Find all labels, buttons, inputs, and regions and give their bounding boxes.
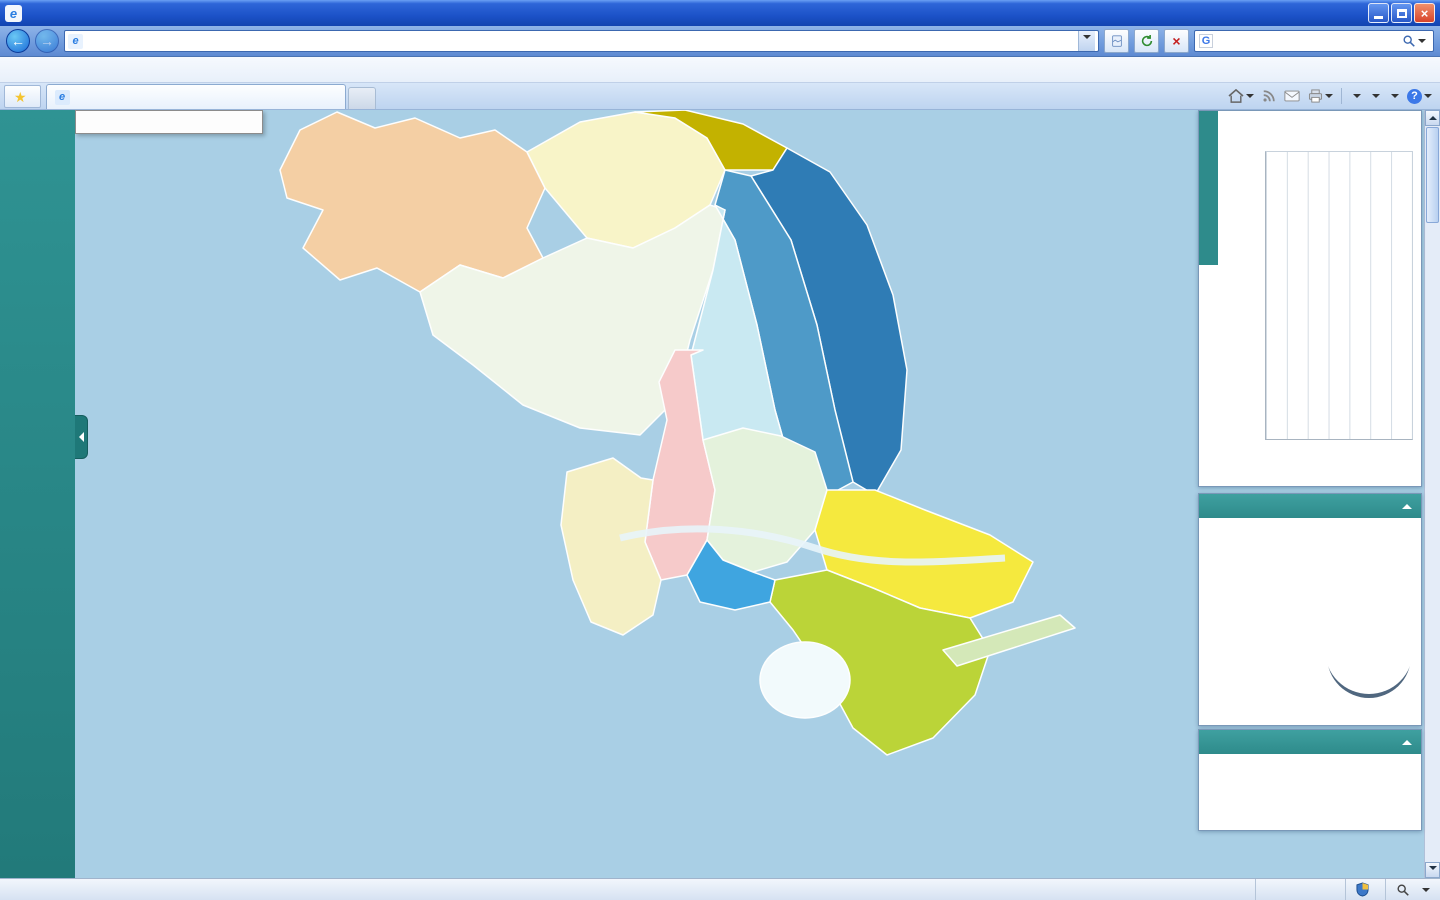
chevron-down-icon	[1391, 94, 1399, 102]
status-text	[0, 879, 1255, 900]
compatibility-view-button[interactable]	[1104, 29, 1129, 53]
shield-icon	[1356, 882, 1369, 897]
update-date-strip	[1199, 111, 1218, 265]
favorites-button[interactable]: ★	[4, 85, 41, 108]
restore-icon	[1396, 8, 1407, 18]
search-icon	[1403, 35, 1415, 47]
sidebar-collapse-handle[interactable]	[75, 415, 88, 459]
tools-menu-button[interactable]	[1388, 90, 1399, 102]
quick-links-panel	[75, 110, 263, 134]
port-statistics-panel	[1198, 110, 1422, 487]
scroll-down-button[interactable]	[1425, 862, 1440, 878]
separator	[1341, 88, 1342, 104]
collapse-arrow-icon[interactable]	[1402, 499, 1412, 509]
stop-icon: ×	[1172, 33, 1181, 49]
sidebar-nav	[0, 110, 75, 878]
accidents-panel-header	[1199, 494, 1421, 518]
google-icon: G	[1199, 34, 1213, 48]
page-favicon: e	[68, 33, 83, 49]
more-link[interactable]	[76, 111, 262, 133]
chevron-left-icon	[74, 432, 84, 442]
chart-plot-grid	[1265, 151, 1413, 440]
chevron-down-icon	[1422, 887, 1430, 896]
tab-main[interactable]: e	[45, 84, 346, 109]
back-button[interactable]: ←	[6, 29, 30, 53]
refresh-button[interactable]	[1134, 29, 1159, 53]
rss-icon	[1263, 90, 1275, 102]
help-button[interactable]: ?	[1407, 88, 1432, 104]
read-mail-button[interactable]	[1284, 90, 1300, 102]
home-button[interactable]	[1228, 89, 1254, 103]
status-bar	[0, 878, 1440, 900]
help-icon: ?	[1407, 88, 1422, 104]
menu-bar	[0, 57, 1440, 83]
print-button[interactable]	[1308, 89, 1333, 103]
chevron-down-icon	[1353, 94, 1361, 102]
url-field[interactable]: e	[64, 30, 1099, 52]
page-menu-button[interactable]	[1350, 90, 1361, 102]
zoom-control[interactable]	[1385, 879, 1440, 900]
accidents-panel	[1198, 493, 1422, 726]
chevron-down-icon	[1428, 866, 1437, 874]
chevron-down-icon	[1246, 94, 1254, 102]
minimize-button[interactable]	[1368, 3, 1389, 23]
safety-menu-button[interactable]	[1369, 90, 1380, 102]
ie-logo-icon: e	[5, 4, 22, 22]
chevron-down-icon	[1083, 35, 1091, 43]
compat-page-icon	[1111, 35, 1122, 47]
zoom-magnifier-icon	[1397, 883, 1409, 896]
address-bar: ← → e × G	[0, 26, 1440, 57]
search-input[interactable]: G	[1194, 30, 1434, 52]
mail-icon	[1284, 90, 1300, 102]
new-tab-button[interactable]	[347, 87, 376, 109]
minimize-icon	[1374, 16, 1383, 19]
feeds-button[interactable]	[1262, 89, 1276, 103]
contact-panel	[1198, 729, 1422, 831]
accidents-panel-body	[1218, 518, 1421, 725]
window-titlebar: e ×	[0, 0, 1440, 26]
restore-button[interactable]	[1391, 3, 1412, 23]
scroll-up-button[interactable]	[1425, 110, 1440, 126]
vertical-scrollbar[interactable]	[1424, 110, 1440, 878]
tab-favicon: e	[54, 89, 70, 105]
chevron-down-icon	[1372, 94, 1380, 102]
forward-button[interactable]: →	[35, 29, 59, 53]
contact-panel-header	[1199, 730, 1421, 754]
url-dropdown-button[interactable]	[1078, 31, 1095, 51]
security-zone	[1345, 879, 1385, 900]
search-go-button[interactable]	[1399, 34, 1429, 48]
status-spacer	[1255, 879, 1345, 900]
home-icon	[1228, 89, 1244, 103]
collapse-arrow-icon[interactable]	[1402, 735, 1412, 745]
contact-panel-body	[1199, 754, 1421, 778]
refresh-icon	[1141, 35, 1152, 47]
close-button[interactable]: ×	[1414, 3, 1435, 23]
content-area	[0, 110, 1440, 878]
chevron-down-icon	[1325, 94, 1333, 102]
chevron-up-icon	[1428, 112, 1437, 120]
stop-button[interactable]: ×	[1164, 29, 1189, 53]
accident-donut	[1325, 606, 1413, 694]
printer-icon	[1308, 89, 1323, 103]
chevron-down-icon	[1418, 39, 1426, 47]
favorites-tab-bar: ★ e ?	[0, 83, 1440, 110]
chevron-down-icon	[1424, 94, 1432, 102]
star-icon: ★	[14, 88, 27, 105]
scrollbar-thumb[interactable]	[1426, 127, 1439, 223]
